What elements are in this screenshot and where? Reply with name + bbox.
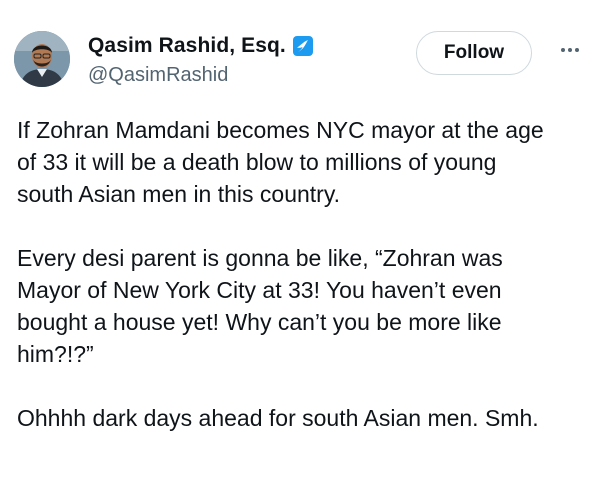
tweet-card: Qasim Rashid, Esq. @QasimRashid Follow I… <box>0 0 600 481</box>
author-handle[interactable]: @QasimRashid <box>88 64 228 87</box>
tweet-paragraph: If Zohran Mamdani becomes NYC mayor at t… <box>17 117 544 207</box>
tweet-paragraph: Ohhhh dark days ahead for south Asian me… <box>17 405 539 431</box>
author-display-name[interactable]: Qasim Rashid, Esq. <box>88 34 286 58</box>
tweet-text: If Zohran Mamdani becomes NYC mayor at t… <box>17 114 592 434</box>
follow-button[interactable]: Follow <box>416 31 532 75</box>
more-dot <box>575 48 579 52</box>
author-name-row: Qasim Rashid, Esq. <box>88 33 314 59</box>
tweet-paragraph: Every desi parent is gonna be like, “Zoh… <box>17 245 503 367</box>
more-dot <box>561 48 565 52</box>
avatar-image <box>14 31 70 87</box>
more-dot <box>568 48 572 52</box>
more-options-icon[interactable] <box>555 40 585 60</box>
avatar[interactable] <box>14 31 70 87</box>
verified-badge-icon <box>292 36 313 56</box>
